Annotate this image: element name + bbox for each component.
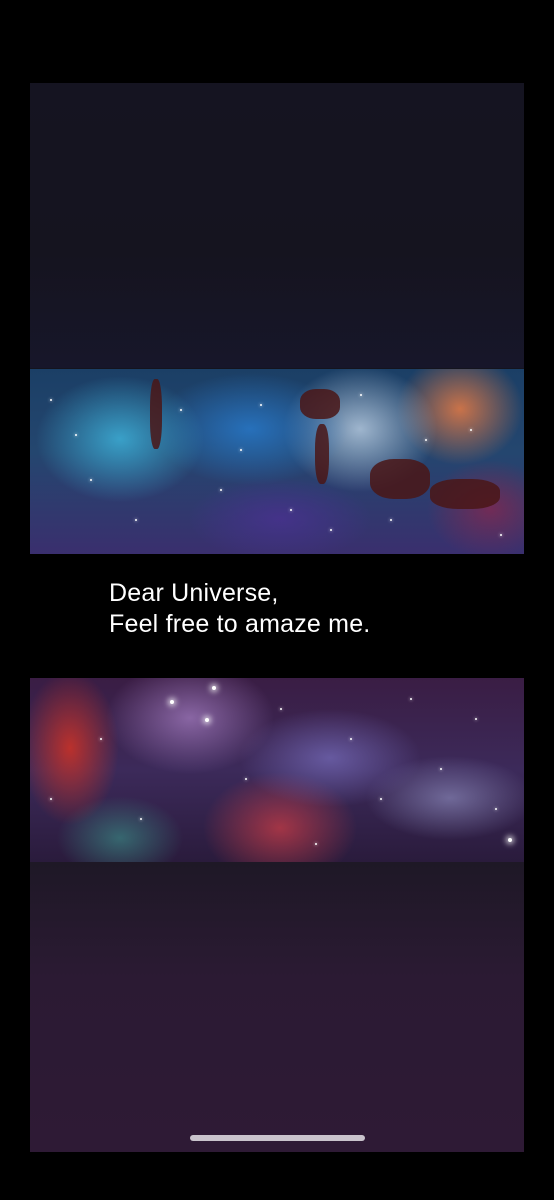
bottom-background-panel <box>30 862 524 1152</box>
star <box>470 429 472 431</box>
star <box>380 798 382 800</box>
top-background-panel <box>30 83 524 368</box>
star <box>50 798 52 800</box>
star <box>205 718 209 722</box>
caption-line-1: Dear Universe, <box>109 579 279 607</box>
star <box>140 818 142 820</box>
dust-cloud <box>430 479 500 509</box>
caption-band: Dear Universe, Feel free to amaze me. <box>30 554 524 678</box>
star <box>220 489 222 491</box>
star <box>90 479 92 481</box>
star <box>135 519 137 521</box>
star <box>315 843 317 845</box>
star <box>75 434 77 436</box>
star <box>245 778 247 780</box>
star <box>290 509 292 511</box>
dust-cloud <box>370 459 430 499</box>
star <box>260 404 262 406</box>
star <box>50 399 52 401</box>
star <box>475 718 477 720</box>
star <box>280 708 282 710</box>
star <box>508 838 512 842</box>
story-screen: Dear Universe, Feel free to amaze me. <box>30 83 524 1152</box>
home-indicator[interactable] <box>190 1135 365 1141</box>
caption-line-2: Feel free to amaze me. <box>109 610 371 638</box>
star <box>100 738 102 740</box>
dust-cloud <box>300 389 340 419</box>
star <box>170 700 174 704</box>
nebula-image-bottom <box>30 678 524 862</box>
star <box>425 439 427 441</box>
star <box>212 686 216 690</box>
dust-cloud <box>315 424 329 484</box>
dust-cloud <box>150 379 162 449</box>
star <box>360 394 362 396</box>
caption-text: Dear Universe, Feel free to amaze me. <box>109 578 370 640</box>
star <box>350 738 352 740</box>
star <box>440 768 442 770</box>
star <box>330 529 332 531</box>
star <box>180 409 182 411</box>
star <box>410 698 412 700</box>
star <box>495 808 497 810</box>
nebula-image-top <box>30 369 524 554</box>
star <box>390 519 392 521</box>
star <box>500 534 502 536</box>
star <box>240 449 242 451</box>
